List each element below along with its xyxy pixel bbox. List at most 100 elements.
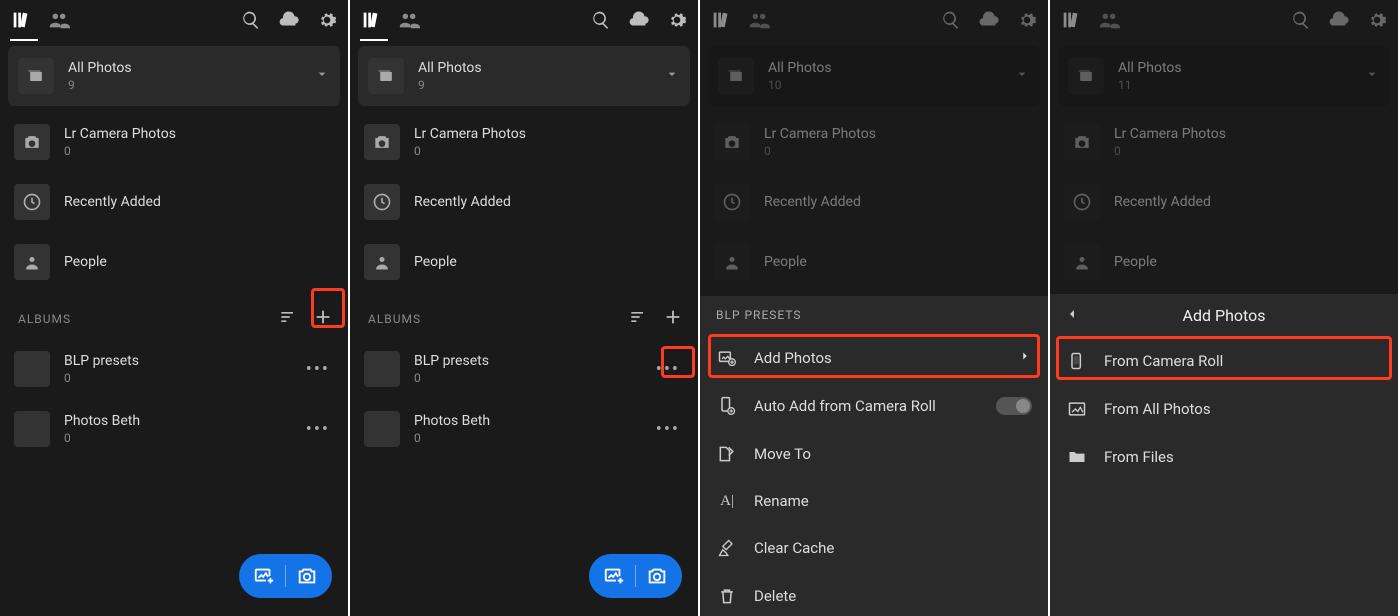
row-recently-added[interactable]: Recently Added	[0, 172, 348, 232]
row-title: All Photos	[418, 60, 650, 76]
row-all-photos[interactable]: All Photos11	[1058, 46, 1390, 106]
album-title: Photos Beth	[64, 413, 288, 429]
add-album-icon[interactable]	[662, 306, 684, 331]
sheet-from-files[interactable]: From Files	[1050, 433, 1398, 481]
row-title: All Photos	[768, 60, 1000, 76]
albums-label: ALBUMS	[18, 312, 71, 326]
sheet-move-to[interactable]: Move To	[700, 430, 1048, 478]
broom-icon	[716, 538, 738, 558]
sheet-delete[interactable]: Delete	[700, 572, 1048, 616]
sheet-rename[interactable]: A| Rename	[700, 478, 1048, 524]
album-count: 0	[414, 371, 638, 385]
row-lr-camera[interactable]: Lr Camera Photos0	[700, 112, 1048, 172]
library-tab-icon[interactable]	[710, 9, 732, 31]
image-stack-icon	[18, 58, 54, 94]
row-count: 0	[764, 144, 1034, 158]
search-icon[interactable]	[590, 9, 612, 31]
album-thumb	[14, 411, 50, 447]
toggle-auto-add[interactable]	[996, 397, 1032, 415]
sheet-row-label: From All Photos	[1104, 400, 1211, 418]
gear-icon[interactable]	[316, 9, 338, 31]
people-tab-icon[interactable]	[398, 9, 420, 31]
fab[interactable]	[589, 554, 682, 598]
sheet-row-label: Clear Cache	[754, 539, 834, 557]
album-photos-beth[interactable]: Photos Beth0 •••	[350, 399, 698, 459]
row-lr-camera[interactable]: Lr Camera Photos 0	[0, 112, 348, 172]
people-tab-icon[interactable]	[1098, 9, 1120, 31]
row-people[interactable]: People	[700, 232, 1048, 292]
album-blp-presets[interactable]: BLP presets 0 •••	[350, 339, 698, 399]
top-bar	[350, 0, 698, 40]
camera-icon	[364, 124, 400, 160]
clock-icon	[1064, 184, 1100, 220]
person-icon	[364, 244, 400, 280]
cloud-icon[interactable]	[278, 9, 300, 31]
row-recently-added[interactable]: Recently Added	[700, 172, 1048, 232]
row-count: 0	[64, 144, 334, 158]
sort-icon[interactable]	[628, 307, 648, 330]
row-recently-added[interactable]: Recently Added	[1050, 172, 1398, 232]
library-tab-icon[interactable]	[360, 9, 382, 31]
people-tab-icon[interactable]	[48, 9, 70, 31]
album-context-sheet: BLP PRESETS Add Photos Auto Add from Cam…	[700, 296, 1048, 616]
row-title: Lr Camera Photos	[414, 126, 684, 142]
gear-icon[interactable]	[1016, 9, 1038, 31]
add-photo-icon[interactable]	[603, 565, 625, 587]
row-people[interactable]: People	[1050, 232, 1398, 292]
back-icon[interactable]	[1064, 306, 1080, 326]
search-icon[interactable]	[240, 9, 262, 31]
sheet-row-label: Move To	[754, 445, 811, 463]
library-tab-icon[interactable]	[10, 9, 32, 31]
add-album-icon[interactable]	[312, 306, 334, 331]
image-stack-icon	[368, 58, 404, 94]
row-title: Lr Camera Photos	[1114, 126, 1384, 142]
top-bar	[700, 0, 1048, 40]
row-lr-camera[interactable]: Lr Camera Photos 0	[1050, 112, 1398, 172]
sheet-from-camera-roll[interactable]: From Camera Roll	[1050, 337, 1398, 385]
search-icon[interactable]	[1290, 9, 1312, 31]
album-photos-beth[interactable]: Photos Beth 0 •••	[0, 399, 348, 459]
row-people[interactable]: People	[0, 232, 348, 292]
panel-4: All Photos11 Lr Camera Photos 0 Recently …	[1050, 0, 1400, 616]
chevron-right-icon	[1018, 349, 1032, 367]
clock-icon	[714, 184, 750, 220]
more-icon[interactable]: •••	[652, 359, 684, 380]
library-tab-icon[interactable]	[1060, 9, 1082, 31]
camera-icon	[14, 124, 50, 160]
album-title: BLP presets	[414, 353, 638, 369]
add-photo-icon[interactable]	[253, 565, 275, 587]
sheet-title: Add Photos	[1183, 306, 1266, 325]
row-title: Recently Added	[1114, 194, 1384, 210]
search-icon[interactable]	[940, 9, 962, 31]
more-icon[interactable]: •••	[652, 419, 684, 440]
album-blp-presets[interactable]: BLP presets 0 •••	[0, 339, 348, 399]
fab[interactable]	[239, 554, 332, 598]
gear-icon[interactable]	[1366, 9, 1388, 31]
row-lr-camera[interactable]: Lr Camera Photos0	[350, 112, 698, 172]
camera-icon	[1064, 124, 1100, 160]
row-all-photos[interactable]: All Photos 9	[8, 46, 340, 106]
people-tab-icon[interactable]	[748, 9, 770, 31]
cloud-icon[interactable]	[628, 9, 650, 31]
sheet-row-label: Auto Add from Camera Roll	[754, 397, 936, 415]
row-all-photos[interactable]: All Photos 9	[358, 46, 690, 106]
album-count: 0	[64, 431, 288, 445]
sort-icon[interactable]	[278, 307, 298, 330]
row-people[interactable]: People	[350, 232, 698, 292]
sheet-auto-add[interactable]: Auto Add from Camera Roll	[700, 382, 1048, 430]
row-count: 0	[1114, 144, 1384, 158]
sheet-clear-cache[interactable]: Clear Cache	[700, 524, 1048, 572]
cloud-icon[interactable]	[978, 9, 1000, 31]
gear-icon[interactable]	[666, 9, 688, 31]
sheet-add-photos[interactable]: Add Photos	[700, 334, 1048, 382]
camera-capture-icon[interactable]	[646, 565, 668, 587]
camera-capture-icon[interactable]	[296, 565, 318, 587]
cloud-icon[interactable]	[1328, 9, 1350, 31]
row-count: 9	[418, 78, 650, 92]
more-icon[interactable]: •••	[302, 419, 334, 440]
sheet-from-all-photos[interactable]: From All Photos	[1050, 385, 1398, 433]
chevron-down-icon	[1364, 66, 1380, 86]
row-all-photos[interactable]: All Photos10	[708, 46, 1040, 106]
more-icon[interactable]: •••	[302, 359, 334, 380]
row-recently-added[interactable]: Recently Added	[350, 172, 698, 232]
